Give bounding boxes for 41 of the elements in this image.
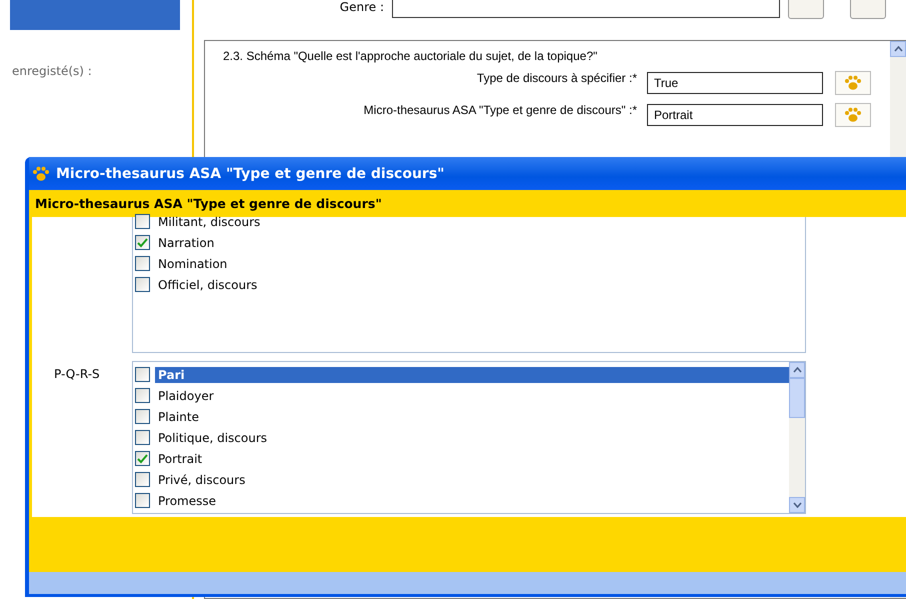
checkbox[interactable] [135,451,150,466]
list-item[interactable]: Promesse [155,492,789,508]
scrollbar[interactable] [789,362,805,513]
list-item[interactable]: Nomination [155,256,805,272]
window-title: Micro-thesaurus ASA "Type et genre de discours" [56,166,444,182]
list-item[interactable]: Plainte [155,408,789,424]
field-label: Micro-thesaurus ASA "Type et genre de discours" :* [364,103,637,117]
list-item[interactable]: Narration [155,234,805,250]
sidebar-label: enregisté(s) : [12,64,93,78]
scroll-up-icon[interactable] [894,46,902,52]
list-item[interactable]: Privé, discours [155,472,789,488]
list-item[interactable]: Portrait [155,450,789,466]
value-field[interactable]: True [647,72,823,94]
list-item[interactable]: Officiel, discours [155,276,805,292]
list-item[interactable]: Pari [155,366,789,382]
checkbox[interactable] [135,430,150,445]
genre-label: Genre : [338,0,384,14]
checkbox[interactable] [135,214,150,229]
paw-icon [32,166,50,182]
checkbox[interactable] [135,409,150,424]
list-item[interactable]: Politique, discours [155,430,789,446]
checkbox[interactable] [135,388,150,403]
paw-icon [844,107,862,123]
checkbox[interactable] [135,235,150,250]
edit-button[interactable] [850,0,886,19]
genre-field[interactable] [392,0,780,18]
field-label: Type de discours à spécifier :* [476,71,637,85]
group-label: P-Q-R-S [53,366,101,383]
paw-icon [844,75,862,91]
value-field[interactable]: Portrait [647,104,823,126]
checkbox[interactable] [135,256,150,271]
scroll-down-icon[interactable] [792,502,802,508]
section-title: 2.3. Schéma "Quelle est l'approche auctoriale du sujet, de la topique?" [223,49,598,63]
checkbox[interactable] [135,367,150,382]
checkbox[interactable] [135,277,150,292]
checkbox[interactable] [135,472,150,487]
list-item[interactable]: Plaidoyer [155,388,789,404]
paw-button[interactable] [788,0,824,19]
checkbox[interactable] [135,493,150,508]
dialog-header: Micro-thesaurus ASA "Type et genre de discours" [29,190,906,217]
scroll-up-icon[interactable] [792,367,802,373]
